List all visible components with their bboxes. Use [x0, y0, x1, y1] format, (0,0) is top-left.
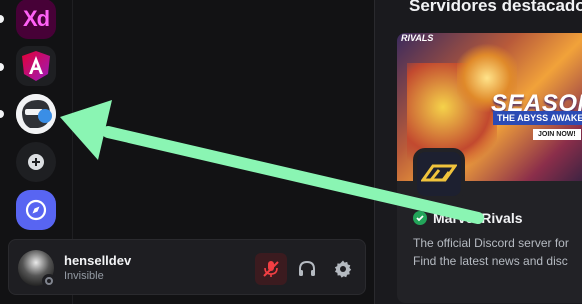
angular-icon	[22, 51, 50, 81]
plus-icon	[28, 154, 44, 170]
marvel-rivals-logo-icon	[421, 164, 457, 182]
server-name: Marvel Rivals	[433, 210, 523, 226]
user-panel: henselldev Invisible	[8, 239, 366, 295]
server-angular[interactable]	[16, 46, 56, 86]
featured-server-card[interactable]: RIVALS SEASON THE ABYSS AWAKENS JOIN NOW…	[397, 33, 582, 303]
banner-subtitle: THE ABYSS AWAKENS	[493, 111, 582, 125]
deafen-button[interactable]	[291, 253, 323, 285]
banner-logo: RIVALS	[401, 33, 434, 43]
compass-icon	[25, 199, 47, 221]
verified-icon	[413, 211, 427, 225]
unread-indicator	[0, 15, 4, 23]
headphones-icon	[299, 260, 315, 276]
unread-indicator	[0, 63, 4, 71]
server-icon	[413, 148, 465, 200]
username[interactable]: henselldev	[64, 253, 131, 268]
user-settings-button[interactable]	[327, 253, 359, 285]
microphone-muted-icon	[263, 261, 279, 277]
add-server-button[interactable]	[16, 142, 56, 182]
server-description: The official Discord server for Find the…	[413, 234, 582, 270]
server-name-row: Marvel Rivals	[413, 210, 523, 226]
description-line: The official Discord server for	[413, 236, 569, 250]
description-line: Find the latest news and disc	[413, 254, 568, 268]
server-bot[interactable]	[16, 94, 56, 134]
banner-cta: JOIN NOW!	[533, 129, 581, 140]
server-adobe-xd[interactable]: Xd	[16, 0, 56, 39]
featured-servers-panel: Servidores destacados RIVALS SEASON THE …	[374, 0, 582, 304]
adobe-xd-icon: Xd	[22, 6, 50, 31]
unread-indicator	[0, 110, 4, 118]
mute-button[interactable]	[255, 253, 287, 285]
discover-button[interactable]	[16, 190, 56, 230]
user-status: Invisible	[64, 270, 104, 282]
section-title: Servidores destacados	[409, 0, 582, 15]
helmet-icon	[16, 94, 56, 134]
status-invisible-icon	[42, 274, 56, 288]
gear-icon	[334, 260, 352, 278]
